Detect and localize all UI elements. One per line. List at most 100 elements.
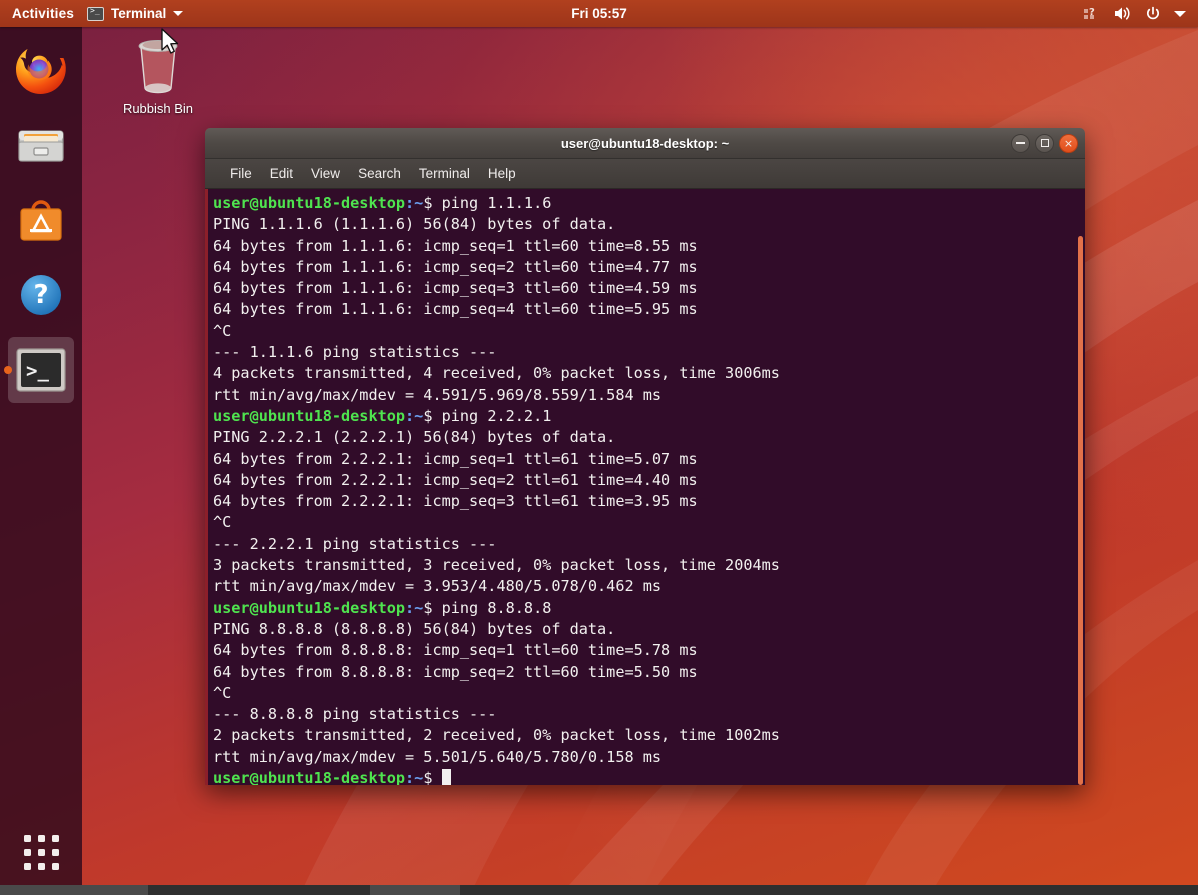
files-icon xyxy=(15,119,67,171)
window-controls: × xyxy=(1011,134,1085,153)
terminal-icon: >_ xyxy=(15,347,67,393)
prompt-user-host: user@ubuntu18-desktop xyxy=(213,599,405,617)
terminal-output-line: ^C xyxy=(213,321,1073,342)
terminal-prompt-line: user@ubuntu18-desktop:~$ xyxy=(213,768,1073,785)
ubuntu-software-icon xyxy=(15,194,67,246)
activities-button[interactable]: Activities xyxy=(12,6,74,21)
terminal-output-line: 64 bytes from 2.2.2.1: icmp_seq=3 ttl=61… xyxy=(213,491,1073,512)
help-icon: ? xyxy=(15,269,67,321)
svg-text:>_: >_ xyxy=(26,360,49,382)
terminal-output-line: ^C xyxy=(213,683,1073,704)
grid-dot xyxy=(38,863,45,870)
grid-dot xyxy=(38,849,45,856)
terminal-command: ping 2.2.2.1 xyxy=(432,407,551,425)
host-taskbar-segment xyxy=(0,885,148,895)
grid-dot xyxy=(52,863,59,870)
terminal-output-line: 64 bytes from 1.1.1.6: icmp_seq=2 ttl=60… xyxy=(213,257,1073,278)
terminal-command: ping 1.1.1.6 xyxy=(432,194,551,212)
host-taskbar-strip xyxy=(0,885,1198,895)
terminal-output-line: rtt min/avg/max/mdev = 3.953/4.480/5.078… xyxy=(213,576,1073,597)
terminal-window: user@ubuntu18-desktop: ~ × File Edit Vie… xyxy=(205,128,1085,785)
prompt-user-host: user@ubuntu18-desktop xyxy=(213,407,405,425)
terminal-output-line: 64 bytes from 2.2.2.1: icmp_seq=1 ttl=61… xyxy=(213,449,1073,470)
menu-bar: File Edit View Search Terminal Help xyxy=(205,159,1085,189)
terminal-output-line: 64 bytes from 1.1.1.6: icmp_seq=1 ttl=60… xyxy=(213,236,1073,257)
terminal-output-line: 64 bytes from 1.1.1.6: icmp_seq=3 ttl=60… xyxy=(213,278,1073,299)
volume-icon[interactable] xyxy=(1114,6,1132,21)
desktop-icon-rubbish-bin[interactable]: Rubbish Bin xyxy=(114,32,202,116)
terminal-icon xyxy=(87,7,104,21)
terminal-output-line: rtt min/avg/max/mdev = 4.591/5.969/8.559… xyxy=(213,385,1073,406)
grid-dot xyxy=(24,863,31,870)
terminal-command: ping 8.8.8.8 xyxy=(432,599,551,617)
terminal-output-line: --- 8.8.8.8 ping statistics --- xyxy=(213,704,1073,725)
prompt-path: :~ xyxy=(405,599,423,617)
terminal-output-line: 64 bytes from 1.1.1.6: icmp_seq=4 ttl=60… xyxy=(213,299,1073,320)
grid-dot xyxy=(38,835,45,842)
dock-item-help[interactable]: ? xyxy=(8,262,74,328)
svg-text:?: ? xyxy=(1089,7,1095,18)
terminal-output-line: --- 2.2.2.1 ping statistics --- xyxy=(213,534,1073,555)
menu-help[interactable]: Help xyxy=(479,164,525,183)
terminal-prompt-line: user@ubuntu18-desktop:~$ ping 2.2.2.1 xyxy=(213,406,1073,427)
host-taskbar-segment xyxy=(370,885,460,895)
terminal-output-line: 4 packets transmitted, 4 received, 0% pa… xyxy=(213,363,1073,384)
terminal-scrollbar[interactable] xyxy=(1073,189,1085,785)
svg-text:?: ? xyxy=(33,280,48,310)
terminal-output-line: 3 packets transmitted, 3 received, 0% pa… xyxy=(213,555,1073,576)
menu-view[interactable]: View xyxy=(302,164,349,183)
close-button[interactable]: × xyxy=(1059,134,1078,153)
minimize-button[interactable] xyxy=(1011,134,1030,153)
terminal-output-line: --- 1.1.1.6 ping statistics --- xyxy=(213,342,1073,363)
dock-item-firefox[interactable] xyxy=(8,37,74,103)
minimize-icon xyxy=(1016,142,1025,144)
terminal-output-line: ^C xyxy=(213,512,1073,533)
terminal-prompt-line: user@ubuntu18-desktop:~$ ping 1.1.1.6 xyxy=(213,193,1073,214)
terminal-cursor xyxy=(442,769,451,785)
prompt-path: :~ xyxy=(405,407,423,425)
keyboard-indicator-icon[interactable]: ? xyxy=(1084,6,1101,21)
dock-item-terminal[interactable]: >_ xyxy=(8,337,74,403)
menu-search[interactable]: Search xyxy=(349,164,410,183)
terminal-prompt-line: user@ubuntu18-desktop:~$ ping 8.8.8.8 xyxy=(213,598,1073,619)
chevron-down-icon[interactable] xyxy=(1174,10,1186,18)
terminal-output-line: PING 2.2.2.1 (2.2.2.1) 56(84) bytes of d… xyxy=(213,427,1073,448)
window-titlebar[interactable]: user@ubuntu18-desktop: ~ × xyxy=(205,128,1085,159)
terminal-output-line: PING 1.1.1.6 (1.1.1.6) 56(84) bytes of d… xyxy=(213,214,1073,235)
maximize-button[interactable] xyxy=(1035,134,1054,153)
power-icon[interactable] xyxy=(1145,6,1161,22)
close-icon: × xyxy=(1064,137,1073,150)
grid-dot xyxy=(24,835,31,842)
terminal-output-line: rtt min/avg/max/mdev = 5.501/5.640/5.780… xyxy=(213,747,1073,768)
menu-file[interactable]: File xyxy=(221,164,261,183)
grid-dot xyxy=(52,849,59,856)
terminal-command xyxy=(432,769,441,785)
prompt-path: :~ xyxy=(405,769,423,785)
rubbish-bin-icon xyxy=(130,32,186,98)
terminal-output-line: 64 bytes from 8.8.8.8: icmp_seq=2 ttl=60… xyxy=(213,662,1073,683)
grid-dot xyxy=(52,835,59,842)
terminal-output-line: 64 bytes from 2.2.2.1: icmp_seq=2 ttl=61… xyxy=(213,470,1073,491)
prompt-user-host: user@ubuntu18-desktop xyxy=(213,194,405,212)
dock-item-software[interactable] xyxy=(8,187,74,253)
terminal-body[interactable]: user@ubuntu18-desktop:~$ ping 1.1.1.6PIN… xyxy=(205,189,1085,785)
terminal-output[interactable]: user@ubuntu18-desktop:~$ ping 1.1.1.6PIN… xyxy=(208,189,1073,785)
left-dock: ? >_ xyxy=(0,27,82,895)
window-title: user@ubuntu18-desktop: ~ xyxy=(205,136,1085,151)
menu-edit[interactable]: Edit xyxy=(261,164,302,183)
app-menu-label: Terminal xyxy=(111,6,166,21)
menu-terminal[interactable]: Terminal xyxy=(410,164,479,183)
firefox-icon xyxy=(13,42,69,98)
chevron-down-icon xyxy=(173,11,183,16)
terminal-output-line: 2 packets transmitted, 2 received, 0% pa… xyxy=(213,725,1073,746)
prompt-path: :~ xyxy=(405,194,423,212)
dock-item-files[interactable] xyxy=(8,112,74,178)
maximize-icon xyxy=(1041,139,1049,147)
terminal-output-line: PING 8.8.8.8 (8.8.8.8) 56(84) bytes of d… xyxy=(213,619,1073,640)
show-applications-button[interactable] xyxy=(8,819,74,885)
scrollbar-thumb[interactable] xyxy=(1078,236,1083,785)
prompt-user-host: user@ubuntu18-desktop xyxy=(213,769,405,785)
app-menu-button[interactable]: Terminal xyxy=(87,6,183,21)
grid-dot xyxy=(24,849,31,856)
terminal-output-line: 64 bytes from 8.8.8.8: icmp_seq=1 ttl=60… xyxy=(213,640,1073,661)
